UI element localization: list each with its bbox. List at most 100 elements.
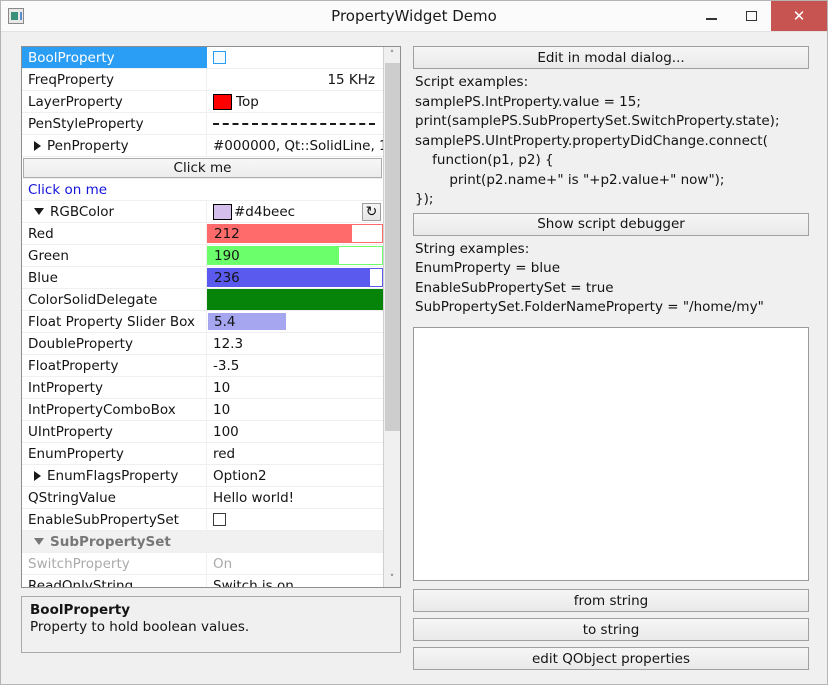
tree-row-value[interactable]: [207, 47, 383, 68]
scroll-down-icon[interactable]: ˅: [384, 571, 400, 587]
tree-row-value[interactable]: 236: [207, 267, 383, 288]
tree-row-label: EnumProperty: [28, 446, 124, 462]
tree-row[interactable]: PenProperty#000000, Qt::SolidLine, 1, ..…: [22, 135, 383, 157]
tree-row-value[interactable]: red: [207, 443, 383, 464]
tree-row-value[interactable]: 212: [207, 223, 383, 244]
value-slider[interactable]: 5.4: [207, 312, 383, 331]
pen-style-preview: [213, 123, 375, 125]
chevron-down-icon[interactable]: [34, 208, 44, 215]
value-text: Switch is on: [213, 578, 294, 588]
tree-row-label: QStringValue: [28, 490, 116, 506]
click-on-me-link[interactable]: Click on me: [22, 182, 107, 198]
value-text: Top: [236, 94, 259, 110]
tree-row-value[interactable]: #d4beec↻: [207, 201, 383, 222]
refresh-icon[interactable]: ↻: [362, 203, 381, 221]
show-script-debugger-button[interactable]: Show script debugger: [413, 213, 809, 236]
scrollbar-track[interactable]: [384, 63, 400, 571]
tree-row-value[interactable]: 5.4: [207, 311, 383, 332]
tree-row-value[interactable]: 15 KHz: [207, 69, 383, 90]
tree-row-label: ColorSolidDelegate: [28, 292, 157, 308]
tree-row[interactable]: EnumFlagsPropertyOption2: [22, 465, 383, 487]
tree-row[interactable]: ColorSolidDelegate: [22, 289, 383, 311]
tree-row[interactable]: Float Property Slider Box5.4: [22, 311, 383, 333]
property-tree[interactable]: BoolPropertyFreqProperty15 KHzLayerPrope…: [21, 46, 401, 588]
tree-row[interactable]: Red212: [22, 223, 383, 245]
value-text: On: [213, 556, 232, 572]
tree-row-value[interactable]: 100: [207, 421, 383, 442]
maximize-button[interactable]: [731, 1, 771, 31]
tree-row[interactable]: PenStyleProperty: [22, 113, 383, 135]
tree-row[interactable]: DoubleProperty 12.3: [22, 333, 383, 355]
scroll-up-icon[interactable]: ˄: [384, 47, 400, 63]
tree-row-value[interactable]: [207, 509, 383, 530]
chevron-down-icon[interactable]: [34, 538, 44, 545]
tree-row[interactable]: SubPropertySet: [22, 531, 383, 553]
tree-row[interactable]: Click me: [22, 157, 383, 179]
tree-row-value[interactable]: #000000, Qt::SolidLine, 1, ...: [207, 135, 383, 156]
value-slider[interactable]: 190: [207, 246, 383, 265]
bool-checkbox[interactable]: [213, 51, 226, 64]
tree-row[interactable]: IntProperty10: [22, 377, 383, 399]
value-slider[interactable]: 212: [207, 224, 383, 243]
tree-row-name: DoubleProperty: [22, 333, 207, 354]
click-me-button[interactable]: Click me: [23, 158, 382, 178]
tree-row-value[interactable]: [207, 531, 383, 552]
tree-row[interactable]: FreqProperty15 KHz: [22, 69, 383, 91]
chevron-right-icon[interactable]: [34, 141, 41, 151]
description-title: BoolProperty: [30, 602, 392, 618]
scrollbar-thumb[interactable]: [385, 63, 400, 431]
tree-row-value[interactable]: Top: [207, 91, 383, 112]
tree-row-name: FreqProperty: [22, 69, 207, 90]
tree-row-value[interactable]: 10: [207, 399, 383, 420]
edit-qobject-properties-button[interactable]: edit QObject properties: [413, 647, 809, 670]
minimize-button[interactable]: [691, 1, 731, 31]
enable-subpropertyset-checkbox[interactable]: [213, 513, 226, 526]
value-text: red: [213, 446, 235, 462]
left-panel: BoolPropertyFreqProperty15 KHzLayerPrope…: [9, 40, 405, 676]
tree-row[interactable]: IntPropertyComboBox10: [22, 399, 383, 421]
value-text: Hello world!: [213, 490, 294, 506]
tree-vertical-scrollbar[interactable]: ˄ ˅: [383, 47, 400, 587]
chevron-right-icon[interactable]: [34, 471, 41, 481]
tree-row[interactable]: EnumProperty red: [22, 443, 383, 465]
edit-in-modal-dialog-button[interactable]: Edit in modal dialog...: [413, 46, 809, 69]
close-button[interactable]: ✕: [771, 1, 827, 31]
tree-row-value[interactable]: Option2: [207, 465, 383, 486]
tree-row[interactable]: SwitchPropertyOn: [22, 553, 383, 575]
tree-row[interactable]: LayerPropertyTop: [22, 91, 383, 113]
string-examples-text: String examples: EnumProperty = blue Ena…: [413, 236, 809, 321]
value-slider[interactable]: 236: [207, 268, 383, 287]
tree-row-value[interactable]: 190: [207, 245, 383, 266]
tree-row-value[interactable]: Switch is on: [207, 575, 383, 587]
tree-row[interactable]: QStringValue Hello world!: [22, 487, 383, 509]
color-swatch[interactable]: [213, 204, 232, 220]
solid-color-bar[interactable]: [207, 289, 383, 310]
tree-row-value[interactable]: 10: [207, 377, 383, 398]
color-swatch[interactable]: [213, 94, 232, 110]
tree-row[interactable]: FloatProperty-3.5: [22, 355, 383, 377]
tree-row-value[interactable]: -3.5: [207, 355, 383, 376]
tree-row[interactable]: ReadOnlyStringSwitch is on: [22, 575, 383, 587]
tree-row[interactable]: UIntProperty100: [22, 421, 383, 443]
app-icon: [1, 1, 31, 31]
tree-row-value[interactable]: [207, 289, 383, 310]
tree-row-value[interactable]: [207, 113, 383, 134]
value-text: -3.5: [213, 358, 239, 374]
value-text: 12.3: [213, 336, 243, 352]
tree-row[interactable]: RGBColor#d4beec↻: [22, 201, 383, 223]
title-bar: PropertyWidget Demo ✕: [1, 1, 827, 32]
tree-row[interactable]: Green190: [22, 245, 383, 267]
property-tree-rows: BoolPropertyFreqProperty15 KHzLayerPrope…: [22, 47, 383, 587]
slider-value-text: 236: [208, 270, 240, 286]
tree-row-value[interactable]: 12.3: [207, 333, 383, 354]
tree-row[interactable]: EnableSubPropertySet: [22, 509, 383, 531]
tree-row-label: DoubleProperty: [28, 336, 133, 352]
tree-row[interactable]: Blue236: [22, 267, 383, 289]
tree-row-value[interactable]: On: [207, 553, 383, 574]
tree-row-value[interactable]: Hello world!: [207, 487, 383, 508]
to-string-button[interactable]: to string: [413, 618, 809, 641]
script-output-textarea[interactable]: [413, 327, 809, 582]
tree-row[interactable]: Click on me: [22, 179, 383, 201]
tree-row[interactable]: BoolProperty: [22, 47, 383, 69]
from-string-button[interactable]: from string: [413, 589, 809, 612]
